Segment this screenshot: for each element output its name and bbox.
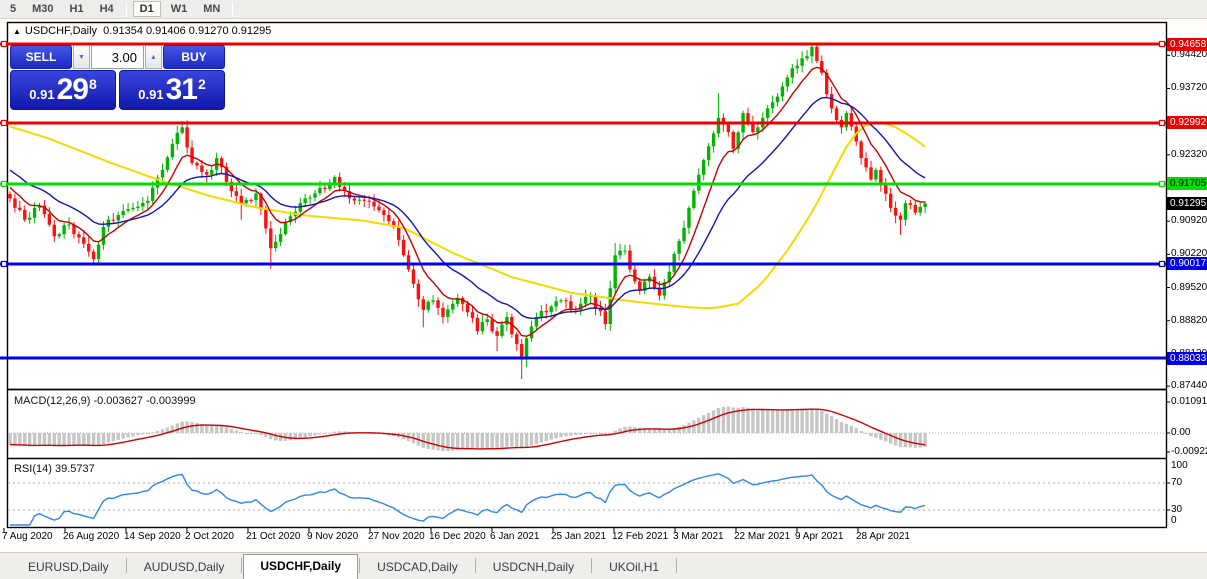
- chart-ohlc-values: 0.91354 0.91406 0.91270 0.91295: [103, 25, 271, 37]
- tab-separator: [591, 558, 592, 573]
- chart-tab-usdcad[interactable]: USDCAD,Daily: [361, 556, 474, 579]
- date-axis-label: 25 Jan 2021: [551, 531, 606, 542]
- chart-collapse-icon[interactable]: ▲: [13, 27, 21, 36]
- date-axis-label: 7 Aug 2020: [2, 531, 53, 542]
- tab-separator: [475, 558, 476, 573]
- date-axis-label: 22 Mar 2021: [734, 531, 790, 542]
- buy-price-base: 0.91: [138, 87, 163, 102]
- macd-indicator-label: MACD(12,26,9) -0.003627 -0.003999: [14, 395, 196, 407]
- tab-separator: [676, 558, 677, 573]
- date-axis-label: 6 Jan 2021: [490, 531, 540, 542]
- date-axis-label: 9 Apr 2021: [795, 531, 843, 542]
- chart-tab-ukoil[interactable]: UKOil,H1: [593, 556, 675, 579]
- volume-decrease-button[interactable]: ▼: [73, 45, 90, 69]
- level-badge: 0.92992: [1167, 116, 1207, 129]
- sell-price-base: 0.91: [29, 87, 54, 102]
- date-axis-label: 26 Aug 2020: [63, 531, 119, 542]
- chart-title: ▲ USDCHF,Daily 0.91354 0.91406 0.91270 0.…: [13, 25, 271, 37]
- rsi-axis-label: 0: [1171, 515, 1177, 526]
- price-tick-label: 0.94420: [1171, 49, 1207, 60]
- macd-axis-label: 0.010913: [1171, 396, 1207, 407]
- tab-separator: [241, 558, 242, 573]
- sell-price-big: 29: [57, 75, 88, 105]
- rsi-axis-label: 30: [1171, 504, 1182, 515]
- buy-price-big: 31: [166, 75, 197, 105]
- chart-tab-usdchf[interactable]: USDCHF,Daily: [243, 554, 358, 579]
- sell-button[interactable]: SELL: [10, 45, 72, 69]
- date-axis-label: 3 Mar 2021: [673, 531, 724, 542]
- sell-price-box[interactable]: 0.91 29 8: [10, 70, 116, 110]
- date-axis-label: 28 Apr 2021: [856, 531, 910, 542]
- price-tick-label: 0.89520: [1171, 282, 1207, 293]
- price-tick-label: 0.93720: [1171, 82, 1207, 93]
- date-axis-label: 27 Nov 2020: [368, 531, 425, 542]
- price-tick-label: 0.92320: [1171, 149, 1207, 160]
- chart-tab-bar: EURUSD,DailyAUDUSD,DailyUSDCHF,DailyUSDC…: [0, 552, 1207, 579]
- rsi-indicator-label: RSI(14) 39.5737: [14, 463, 95, 475]
- level-badge: 0.90017: [1167, 257, 1207, 270]
- chart-tab-eurusd[interactable]: EURUSD,Daily: [12, 556, 125, 579]
- price-tick-label: 0.88820: [1171, 315, 1207, 326]
- sell-price-sup: 8: [89, 76, 97, 92]
- buy-button[interactable]: BUY: [163, 45, 225, 69]
- chart-symbol-label: USDCHF,Daily: [25, 25, 97, 37]
- date-axis-label: 16 Dec 2020: [429, 531, 486, 542]
- macd-axis-label: 0.00: [1171, 427, 1190, 438]
- buy-price-box[interactable]: 0.91 31 2: [119, 70, 225, 110]
- chart-tab-usdcnh[interactable]: USDCNH,Daily: [477, 556, 590, 579]
- level-badge: 0.94658: [1167, 38, 1207, 51]
- chart-tab-audusd[interactable]: AUDUSD,Daily: [128, 556, 241, 579]
- rsi-axis-label: 70: [1171, 477, 1182, 488]
- one-click-trading-panel: SELL ▼ 3.00 ▲ BUY 0.91 29 8 0.91 31 2: [10, 45, 225, 110]
- volume-input[interactable]: 3.00: [91, 45, 144, 69]
- macd-axis-label: -0.009225: [1171, 446, 1207, 457]
- buy-price-sup: 2: [198, 76, 206, 92]
- tab-separator: [126, 558, 127, 573]
- price-tick-label: 0.87440: [1171, 380, 1207, 391]
- date-axis-label: 14 Sep 2020: [124, 531, 181, 542]
- tab-separator: [359, 558, 360, 573]
- terminal-window: 5M30H1H4D1W1MN ▲USDCHF,Daily 0.91354 0.9…: [0, 0, 1207, 579]
- rsi-axis-label: 100: [1171, 460, 1188, 471]
- date-axis-label: 9 Nov 2020: [307, 531, 358, 542]
- price-tick-label: 0.90920: [1171, 215, 1207, 226]
- current-price-badge: 0.91295: [1167, 197, 1207, 210]
- volume-increase-button[interactable]: ▲: [145, 45, 162, 69]
- date-axis-label: 21 Oct 2020: [246, 531, 300, 542]
- level-badge: 0.88033: [1167, 352, 1207, 365]
- date-axis-label: 12 Feb 2021: [612, 531, 668, 542]
- level-badge: 0.91705: [1167, 177, 1207, 190]
- date-axis-label: 2 Oct 2020: [185, 531, 234, 542]
